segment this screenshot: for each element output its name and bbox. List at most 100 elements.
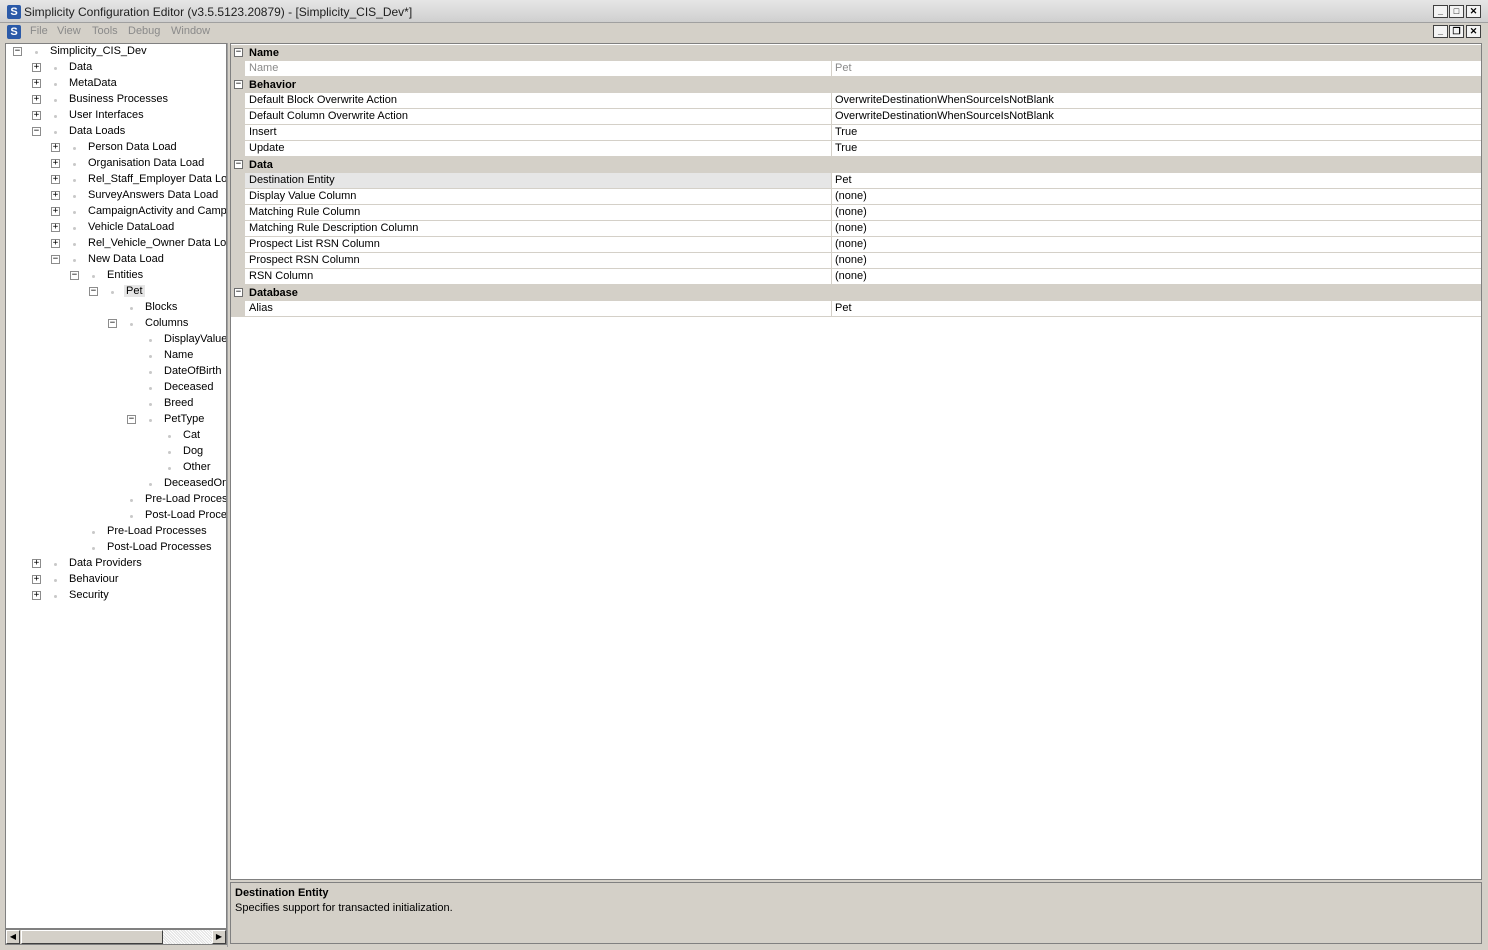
menu-view[interactable]: View (57, 25, 81, 37)
property-grid[interactable]: − Name Name Pet − Behavior Default Block… (230, 43, 1482, 880)
tree-label[interactable]: Post-Load Processes (105, 541, 214, 553)
mdi-restore-button[interactable]: ❐ (1449, 25, 1464, 38)
property-name[interactable]: Prospect RSN Column (245, 253, 832, 269)
tree-label[interactable]: Pre-Load Processes (105, 525, 209, 537)
menu-window[interactable]: Window (171, 25, 210, 37)
tree-label[interactable]: Organisation Data Load (86, 157, 206, 169)
tree-label[interactable]: Person Data Load (86, 141, 179, 153)
property-value[interactable]: (none) (832, 221, 1481, 237)
collapse-icon[interactable]: − (234, 80, 243, 89)
expand-icon[interactable]: + (51, 239, 60, 248)
property-row-name[interactable]: Name Pet (231, 61, 1481, 77)
property-row-alias[interactable]: Alias Pet (231, 301, 1481, 317)
menu-tools[interactable]: Tools (92, 25, 118, 37)
tree-label[interactable]: DeceasedOn (162, 477, 226, 489)
tree-label[interactable]: User Interfaces (67, 109, 146, 121)
tree-label[interactable]: Post-Load Processes (143, 509, 226, 521)
category-database[interactable]: − Database (231, 285, 1481, 301)
collapse-icon[interactable]: − (89, 287, 98, 296)
expand-icon[interactable]: + (32, 79, 41, 88)
tree-label[interactable]: SurveyAnswers Data Load (86, 189, 220, 201)
document-icon[interactable]: S (7, 25, 21, 39)
property-name[interactable]: Default Block Overwrite Action (245, 93, 832, 109)
property-row-prospect-list-rsn[interactable]: Prospect List RSN Column (none) (231, 237, 1481, 253)
collapse-icon[interactable]: − (234, 48, 243, 57)
property-value[interactable]: True (832, 141, 1481, 157)
tree-label[interactable]: Rel_Vehicle_Owner Data Load (86, 237, 226, 249)
menu-debug[interactable]: Debug (128, 25, 160, 37)
tree-horizontal-scrollbar[interactable]: ◀ ▶ (5, 929, 227, 945)
tree-label[interactable]: DisplayValue (162, 333, 226, 345)
expand-icon[interactable]: + (51, 223, 60, 232)
property-value[interactable]: OverwriteDestinationWhenSourceIsNotBlank (832, 109, 1481, 125)
property-value[interactable]: Pet (832, 173, 1481, 189)
close-button[interactable]: ✕ (1466, 5, 1481, 18)
maximize-button[interactable]: □ (1449, 5, 1464, 18)
collapse-icon[interactable]: − (70, 271, 79, 280)
property-name[interactable]: Alias (245, 301, 832, 317)
property-value[interactable]: (none) (832, 237, 1481, 253)
category-data[interactable]: − Data (231, 157, 1481, 173)
property-name[interactable]: Prospect List RSN Column (245, 237, 832, 253)
property-value[interactable]: (none) (832, 189, 1481, 205)
tree-label[interactable]: Other (181, 461, 213, 473)
tree-label[interactable]: New Data Load (86, 253, 166, 265)
property-row-prospect-rsn[interactable]: Prospect RSN Column (none) (231, 253, 1481, 269)
tree-label[interactable]: Dog (181, 445, 205, 457)
tree-label[interactable]: Columns (143, 317, 190, 329)
property-value[interactable]: (none) (832, 269, 1481, 285)
category-behavior[interactable]: − Behavior (231, 77, 1481, 93)
tree-label[interactable]: Rel_Staff_Employer Data Load (86, 173, 226, 185)
property-value[interactable]: Pet (832, 301, 1481, 317)
config-tree[interactable]: − Simplicity_CIS_Dev + Data + MetaData +… (5, 43, 227, 929)
property-name[interactable]: Insert (245, 125, 832, 141)
expand-icon[interactable]: + (32, 559, 41, 568)
tree-label[interactable]: Data (67, 61, 94, 73)
tree-label[interactable]: Pre-Load Processes (143, 493, 226, 505)
property-value[interactable]: True (832, 125, 1481, 141)
collapse-icon[interactable]: − (51, 255, 60, 264)
tree-label[interactable]: Breed (162, 397, 195, 409)
collapse-icon[interactable]: − (234, 288, 243, 297)
tree-label[interactable]: Security (67, 589, 111, 601)
tree-label[interactable]: Behaviour (67, 573, 121, 585)
property-row-destination-entity[interactable]: Destination Entity Pet (231, 173, 1481, 189)
collapse-icon[interactable]: − (108, 319, 117, 328)
tree-label[interactable]: Data Providers (67, 557, 144, 569)
mdi-minimize-button[interactable]: _ (1433, 25, 1448, 38)
tree-label[interactable]: Simplicity_CIS_Dev (48, 45, 149, 57)
app-icon[interactable]: S (7, 5, 21, 19)
property-row-insert[interactable]: Insert True (231, 125, 1481, 141)
scroll-right-icon[interactable]: ▶ (212, 930, 226, 944)
property-row-default-block-overwrite[interactable]: Default Block Overwrite Action Overwrite… (231, 93, 1481, 109)
property-value[interactable]: Pet (832, 61, 1481, 77)
property-value[interactable]: OverwriteDestinationWhenSourceIsNotBlank (832, 93, 1481, 109)
property-row-matching-rule-description[interactable]: Matching Rule Description Column (none) (231, 221, 1481, 237)
collapse-icon[interactable]: − (13, 47, 22, 56)
scroll-left-icon[interactable]: ◀ (6, 930, 20, 944)
tree-label[interactable]: Name (162, 349, 195, 361)
property-name[interactable]: Default Column Overwrite Action (245, 109, 832, 125)
property-value[interactable]: (none) (832, 253, 1481, 269)
property-name[interactable]: Display Value Column (245, 189, 832, 205)
tree-label[interactable]: Deceased (162, 381, 216, 393)
tree-label[interactable]: Vehicle DataLoad (86, 221, 176, 233)
expand-icon[interactable]: + (51, 191, 60, 200)
property-row-matching-rule-column[interactable]: Matching Rule Column (none) (231, 205, 1481, 221)
property-value[interactable]: (none) (832, 205, 1481, 221)
expand-icon[interactable]: + (32, 591, 41, 600)
expand-icon[interactable]: + (32, 111, 41, 120)
expand-icon[interactable]: + (51, 159, 60, 168)
scroll-track[interactable] (163, 930, 213, 944)
tree-label[interactable]: MetaData (67, 77, 119, 89)
tree-label[interactable]: CampaignActivity and Campaign Data Load (86, 205, 226, 217)
property-name[interactable]: Name (245, 61, 832, 77)
property-row-update[interactable]: Update True (231, 141, 1481, 157)
property-name[interactable]: RSN Column (245, 269, 832, 285)
property-name[interactable]: Destination Entity (245, 173, 832, 189)
category-name[interactable]: − Name (231, 45, 1481, 61)
tree-label[interactable]: Cat (181, 429, 202, 441)
collapse-icon[interactable]: − (234, 160, 243, 169)
expand-icon[interactable]: + (32, 63, 41, 72)
expand-icon[interactable]: + (51, 143, 60, 152)
